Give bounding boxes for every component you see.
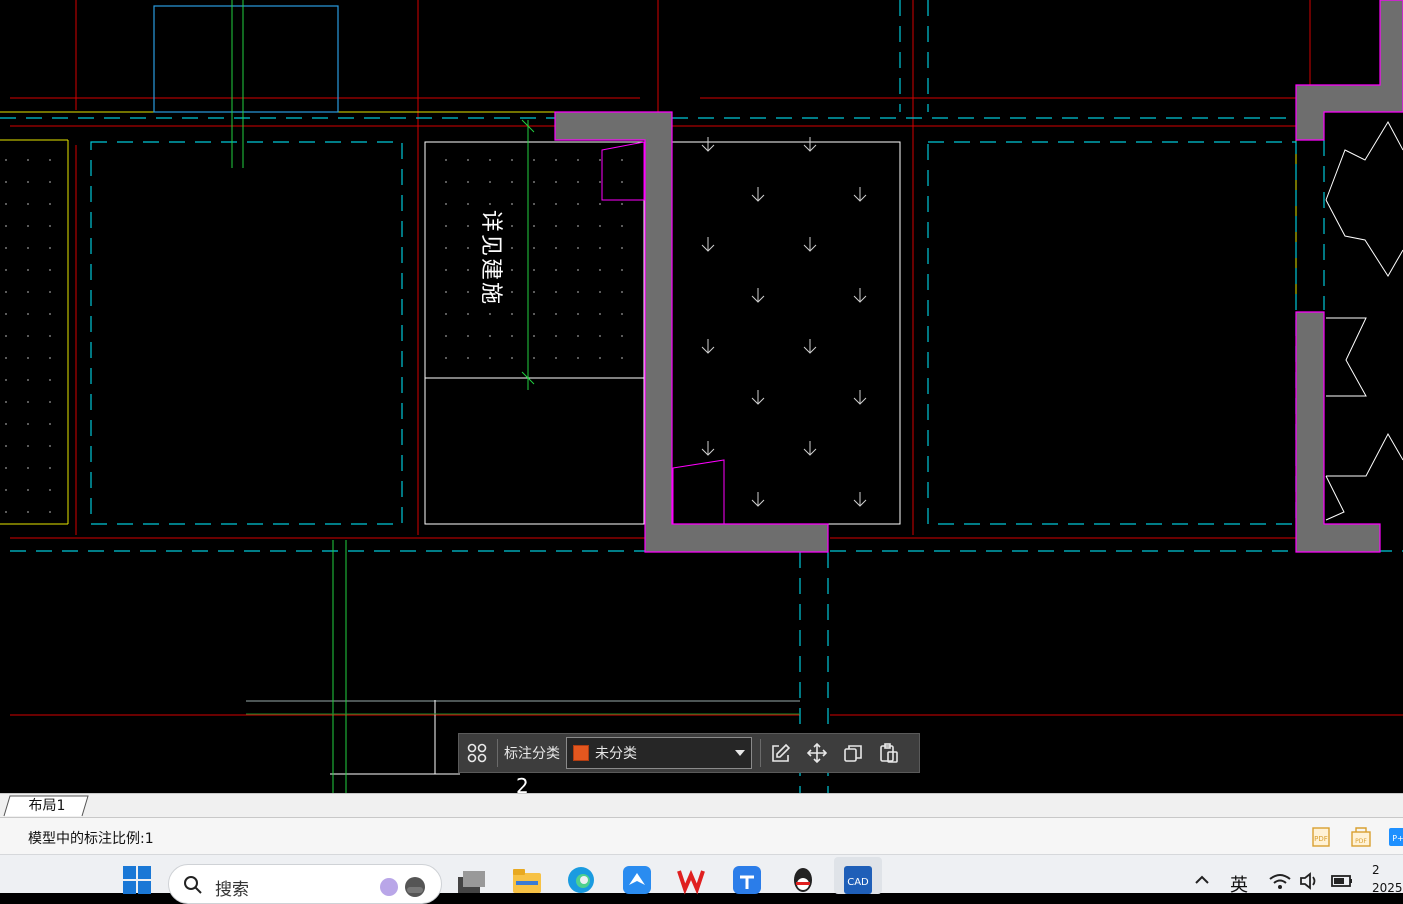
dotted-fill-room xyxy=(426,144,642,376)
svg-text:CAD: CAD xyxy=(847,877,869,888)
annotation-toolbar: 标注分类 未分类 xyxy=(458,733,920,773)
layout-tab-strip: 布局1 xyxy=(0,793,1403,817)
bird-app-icon[interactable] xyxy=(622,865,652,895)
edit-icon[interactable] xyxy=(763,735,799,771)
chevron-down-icon xyxy=(735,750,745,756)
start-icon[interactable] xyxy=(122,865,152,895)
cloud-app-icon[interactable] xyxy=(732,865,762,895)
cad-icon[interactable]: CAD xyxy=(843,865,873,895)
search-placeholder: 搜索 xyxy=(215,880,249,900)
pdf-import-icon[interactable]: PDF xyxy=(1350,826,1372,848)
vertical-note-text: 详见建施 xyxy=(478,210,503,306)
paste-icon[interactable] xyxy=(871,735,907,771)
volume-icon[interactable] xyxy=(1298,871,1322,891)
svg-text:PDF: PDF xyxy=(1355,838,1367,845)
status-bar: 模型中的标注比例:1 PDF PDF P+ xyxy=(0,817,1403,854)
task-view-icon[interactable] xyxy=(456,865,486,895)
plugin-icon[interactable]: P+ xyxy=(1388,826,1403,848)
chevron-up-icon[interactable] xyxy=(1194,873,1210,885)
search-input[interactable]: 搜索 xyxy=(168,864,442,904)
edge-icon[interactable] xyxy=(566,865,596,895)
category-label: 标注分类 xyxy=(504,746,560,762)
battery-icon[interactable] xyxy=(1330,871,1354,891)
game-icon xyxy=(380,877,425,897)
wps-icon[interactable] xyxy=(676,865,706,895)
layout-icon[interactable] xyxy=(459,735,495,771)
svg-text:P+: P+ xyxy=(1392,834,1403,843)
cad-drawing-canvas[interactable]: 详见建施 2 xyxy=(0,0,1403,793)
dotted-fill-left xyxy=(0,142,68,522)
pdf-export-icon[interactable]: PDF xyxy=(1310,826,1332,848)
move-icon[interactable] xyxy=(799,735,835,771)
annotation-scale-status: 模型中的标注比例:1 xyxy=(28,831,154,847)
toolbar-separator xyxy=(497,739,498,767)
wifi-icon[interactable] xyxy=(1268,871,1292,891)
category-color-swatch xyxy=(573,745,589,761)
toolbar-separator xyxy=(760,739,761,767)
qq-icon[interactable] xyxy=(788,865,818,895)
tray-date: 2025 xyxy=(1372,881,1403,895)
search-icon xyxy=(184,876,202,894)
tray-clock[interactable]: 2 2025 xyxy=(1372,861,1403,897)
category-value: 未分类 xyxy=(595,746,637,762)
category-dropdown[interactable]: 未分类 xyxy=(566,737,752,769)
tray-time: 2 xyxy=(1372,863,1380,877)
taskbar: 搜索 CAD 英 2 2025 xyxy=(0,854,1403,904)
tab-layout1[interactable]: 布局1 xyxy=(8,796,86,816)
input-language[interactable]: 英 xyxy=(1230,871,1248,897)
svg-text:PDF: PDF xyxy=(1314,835,1328,843)
file-explorer-icon[interactable] xyxy=(512,865,542,895)
copy-icon[interactable] xyxy=(835,735,871,771)
partial-dimension-text: 2 xyxy=(516,774,529,793)
